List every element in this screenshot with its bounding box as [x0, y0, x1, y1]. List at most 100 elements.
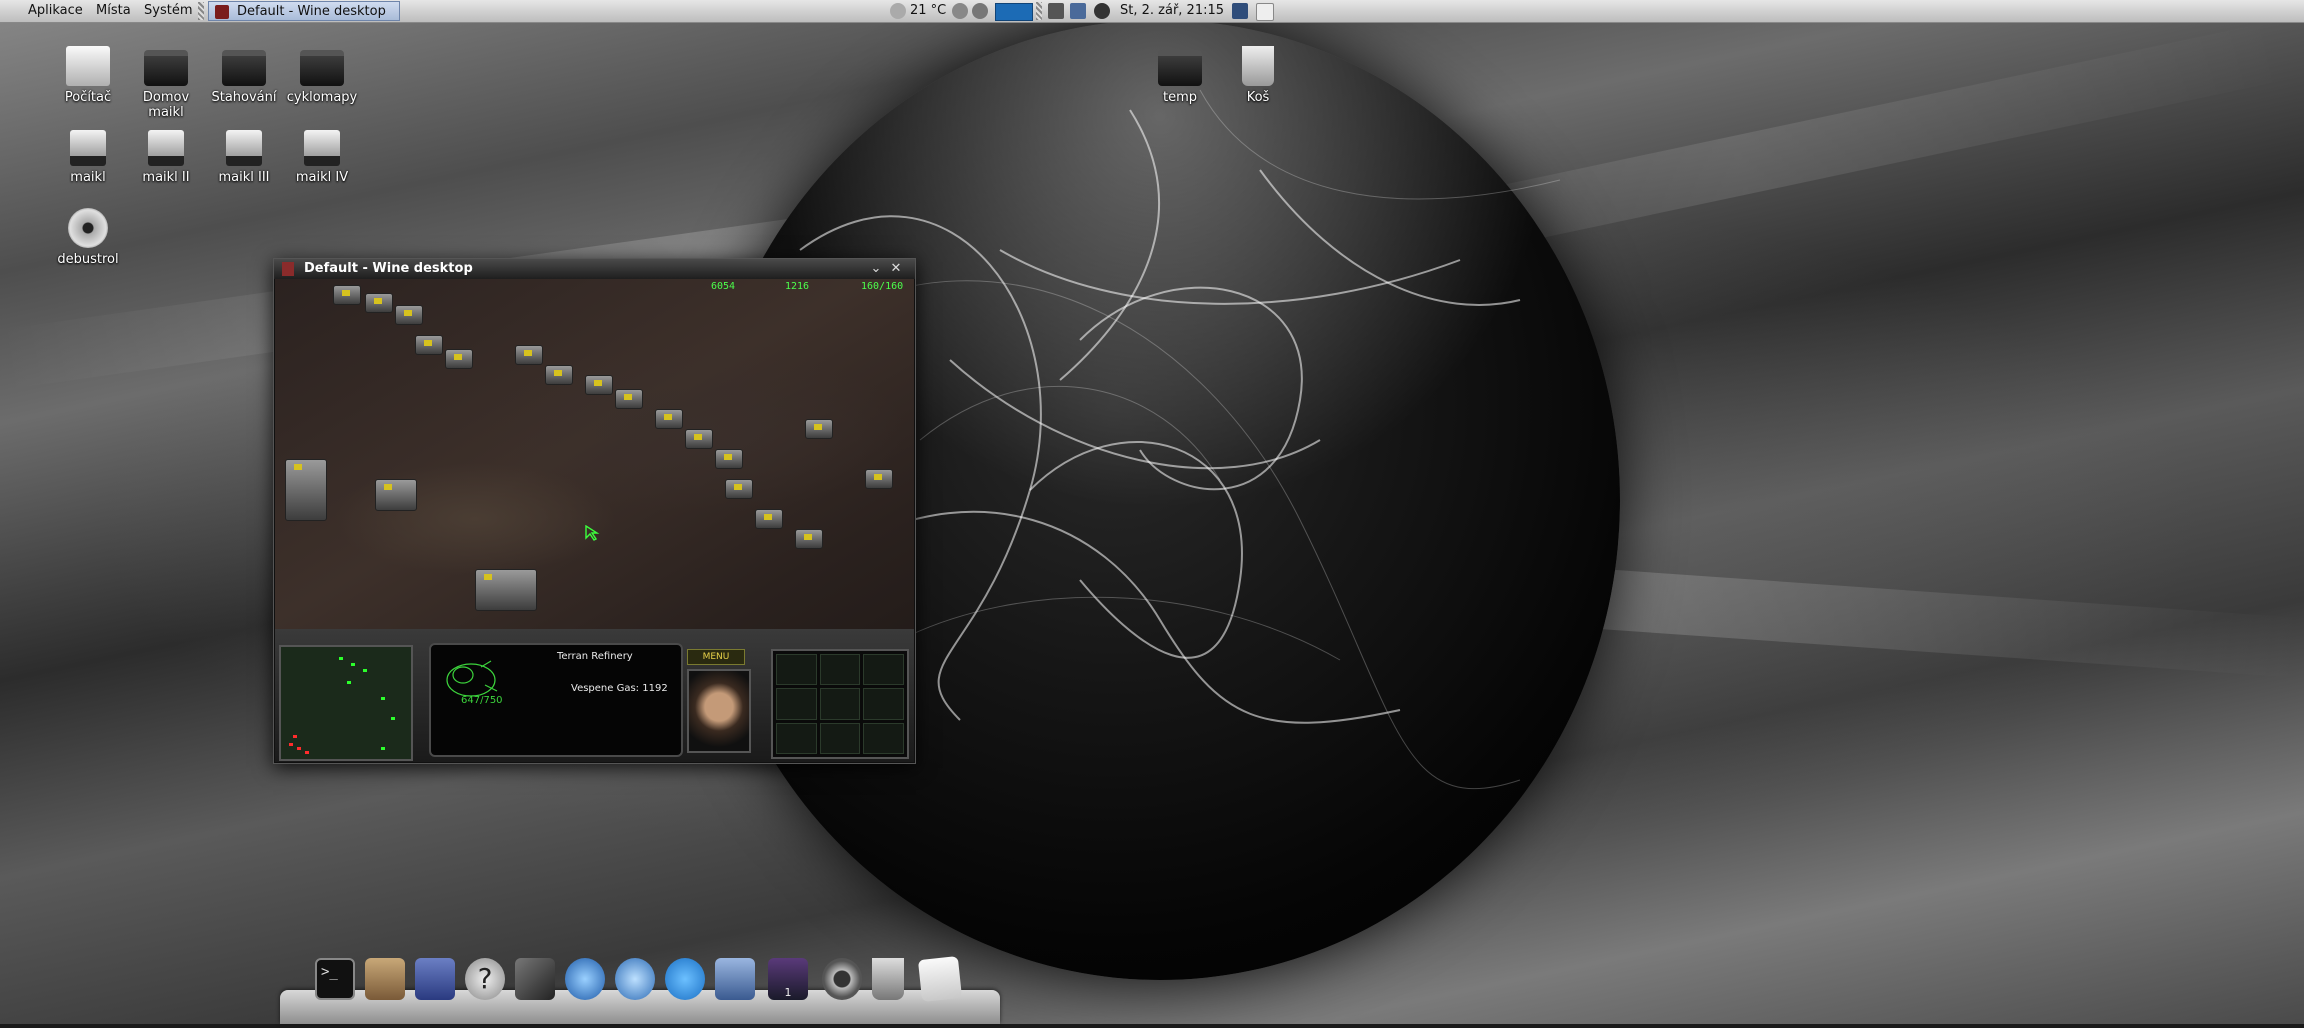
command-slot[interactable]	[776, 688, 817, 720]
game-unit[interactable]	[585, 375, 613, 395]
command-slot[interactable]	[819, 654, 861, 686]
desktop-icon-label: Koš	[1246, 90, 1270, 105]
workspace-indicator[interactable]	[995, 3, 1033, 21]
menu-places[interactable]: Místa	[90, 2, 137, 20]
command-slot[interactable]	[863, 654, 904, 686]
desktop-icon-debustrol[interactable]: debustrol	[49, 208, 127, 267]
desktop-icon-trash[interactable]: Koš	[1219, 46, 1297, 105]
command-slot[interactable]	[863, 688, 904, 720]
settings-icon[interactable]	[972, 3, 988, 19]
game-unit[interactable]	[615, 389, 643, 409]
browser-icon[interactable]	[565, 958, 605, 1000]
panel-grip[interactable]	[1036, 2, 1042, 20]
desktop-icon-home[interactable]: Domov maikl	[127, 50, 205, 120]
folder-icon	[300, 50, 344, 86]
video-chat-icon[interactable]	[665, 958, 705, 1000]
window-close-button[interactable]: ✕	[888, 259, 904, 279]
trash-icon	[1242, 46, 1274, 86]
panel-grip[interactable]	[198, 2, 204, 20]
volume-icon[interactable]	[1048, 3, 1064, 19]
command-slot[interactable]	[863, 722, 904, 754]
game-unit[interactable]	[545, 365, 573, 385]
game-unit[interactable]	[515, 345, 543, 365]
help-icon[interactable]: ?	[465, 958, 505, 1000]
selected-unit-name: Terran Refinery	[557, 651, 633, 662]
computer-icon	[66, 46, 110, 86]
game-viewport[interactable]: 6054 1216 160/160 Terran Refinery Vespen…	[275, 279, 914, 762]
unit-portrait	[687, 669, 751, 753]
weather-icon[interactable]	[890, 3, 906, 19]
command-slot[interactable]	[776, 722, 817, 754]
desktop-icon-computer[interactable]: Počítač	[49, 46, 127, 105]
terminal-icon[interactable]: >_	[315, 958, 355, 1000]
downloads-folder-icon	[222, 50, 266, 86]
command-slot[interactable]	[819, 688, 861, 720]
game-unit[interactable]	[805, 419, 833, 439]
drive-icon	[304, 130, 340, 166]
floppy-icon[interactable]	[415, 958, 455, 1000]
game-unit[interactable]	[655, 409, 683, 429]
menu-system[interactable]: Systém	[138, 2, 198, 20]
globe-icon[interactable]	[615, 958, 655, 1000]
window-menu-button[interactable]: ⌄	[868, 259, 884, 279]
game-unit[interactable]	[725, 479, 753, 499]
wine-tray-icon[interactable]	[1256, 3, 1274, 21]
desktop-icon-cyklomapy[interactable]: cyklomapy	[283, 50, 361, 105]
desktop-icon-maikl-iii[interactable]: maikl III	[205, 130, 283, 185]
package-icon[interactable]	[365, 958, 405, 1000]
game-unit[interactable]	[865, 469, 893, 489]
desktop-icon-label: maikl	[70, 170, 106, 185]
window-titlebar[interactable]: Default - Wine desktop ⌄ ✕	[274, 259, 915, 279]
home-folder-icon	[144, 50, 188, 86]
network-icon[interactable]	[952, 3, 968, 19]
taskbar-item-label: Default - Wine desktop	[237, 4, 386, 19]
trash-icon[interactable]	[872, 958, 904, 1000]
game-unit[interactable]	[685, 429, 713, 449]
desktop-icon-label: Stahování	[211, 90, 277, 105]
desktop-icon-temp[interactable]: temp	[1141, 50, 1219, 105]
clock[interactable]: St, 2. zář, 21:15	[1120, 2, 1224, 20]
cursor-icon	[585, 525, 600, 541]
weather-temperature[interactable]: 21 °C	[910, 2, 946, 20]
drive-icon	[70, 130, 106, 166]
game-building[interactable]	[375, 479, 417, 511]
game-unit[interactable]	[715, 449, 743, 469]
supply-count: 160/160	[861, 281, 904, 292]
notification-icon[interactable]	[1232, 3, 1248, 19]
game-unit[interactable]	[795, 529, 823, 549]
top-panel: Aplikace Místa Systém Default - Wine des…	[0, 0, 2304, 23]
game-unit[interactable]	[333, 285, 361, 305]
workspace-switcher-icon[interactable]: 1	[768, 958, 808, 1000]
game-unit[interactable]	[445, 349, 473, 369]
game-unit[interactable]	[755, 509, 783, 529]
desktop-icon-maikl-iv[interactable]: maikl IV	[283, 130, 361, 185]
wine-icon	[282, 262, 294, 276]
tools-icon[interactable]	[515, 958, 555, 1000]
desktop-icon-downloads[interactable]: Stahování	[205, 50, 283, 105]
game-unit[interactable]	[395, 305, 423, 325]
desktop-icon-maikl-ii[interactable]: maikl II	[127, 130, 205, 185]
pen-icon[interactable]	[715, 958, 755, 1000]
desktop-icon-label: cyklomapy	[286, 90, 358, 105]
command-card[interactable]	[771, 649, 909, 759]
wine-desktop-window: Default - Wine desktop ⌄ ✕ 6054 1216 160…	[273, 258, 916, 764]
compiz-icon[interactable]	[1094, 3, 1110, 19]
update-icon[interactable]	[1070, 3, 1086, 19]
game-menu-button[interactable]: MENU	[687, 649, 745, 665]
command-slot[interactable]	[819, 722, 861, 754]
game-building[interactable]	[285, 459, 327, 521]
desktop-icon-maikl[interactable]: maikl	[49, 130, 127, 185]
window-title: Default - Wine desktop	[304, 261, 473, 276]
game-unit[interactable]	[415, 335, 443, 355]
terran-refinery[interactable]	[475, 569, 537, 611]
paper-icon[interactable]	[917, 956, 963, 1002]
game-unit[interactable]	[365, 293, 393, 313]
minimap[interactable]	[279, 645, 413, 761]
workspace-number: 1	[784, 986, 792, 999]
menu-applications[interactable]: Aplikace	[22, 2, 89, 20]
taskbar-item-wine-desktop[interactable]: Default - Wine desktop	[208, 1, 400, 21]
vespene-gas-remaining: Vespene Gas: 1192	[571, 683, 668, 694]
command-slot[interactable]	[776, 654, 817, 686]
media-icon[interactable]	[822, 958, 862, 1000]
wine-icon	[215, 5, 229, 19]
